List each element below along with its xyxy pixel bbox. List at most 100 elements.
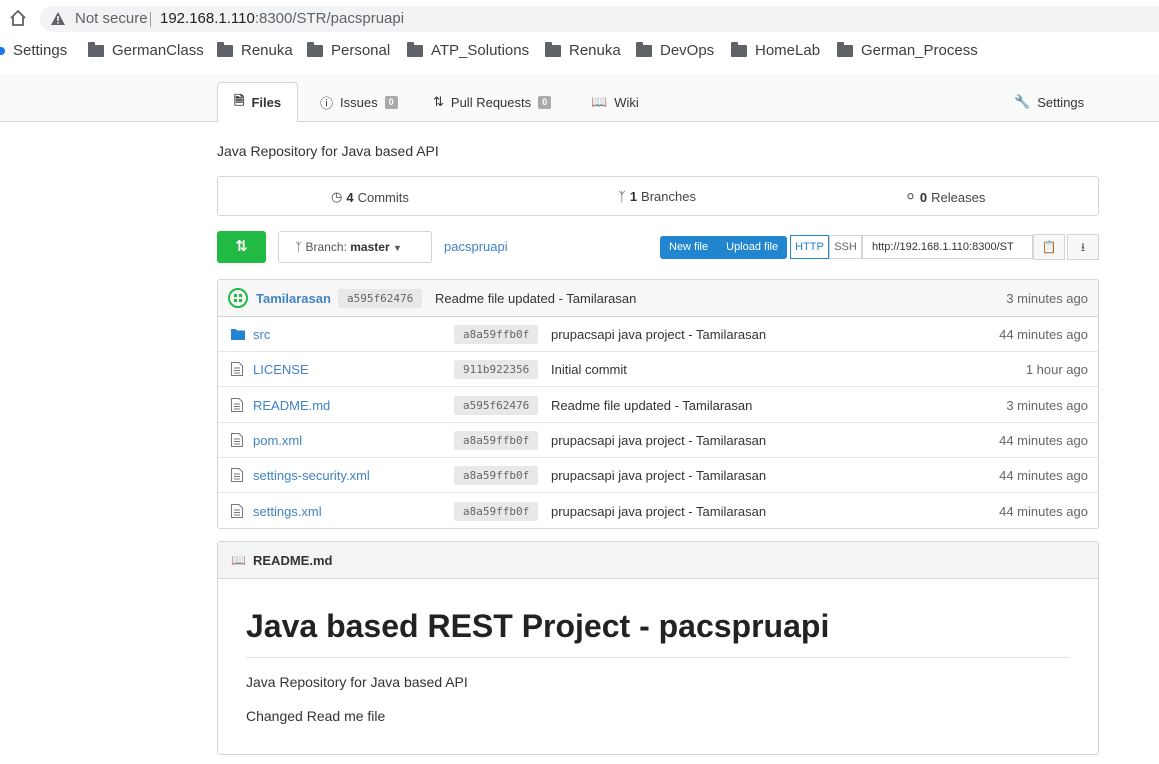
commit-message: Readme file updated - Tamilarasan: [435, 291, 637, 306]
bookmark-label: Renuka: [569, 42, 621, 59]
commit-message[interactable]: Initial commit: [551, 362, 627, 377]
commit-message[interactable]: prupacsapi java project - Tamilarasan: [551, 504, 766, 519]
commit-author[interactable]: Tamilarasan: [256, 291, 331, 306]
commit-age: 44 minutes ago: [999, 503, 1088, 519]
issue-opened-icon: ⓘ: [320, 95, 334, 111]
file-name[interactable]: LICENSE: [253, 362, 309, 377]
tab-pull-requests[interactable]: ⇅ Pull Requests 0: [417, 82, 567, 122]
commit-sha[interactable]: a8a59ffb0f: [454, 501, 539, 521]
tag-icon: ⚪: [905, 189, 916, 204]
commit-age: 44 minutes ago: [999, 327, 1088, 342]
commit-sha[interactable]: a8a59ffb0f: [454, 430, 539, 450]
tab-settings[interactable]: 🔧 Settings: [998, 82, 1100, 122]
url-host: 192.168.1.110: [160, 10, 255, 27]
commit-message[interactable]: prupacsapi java project - Tamilarasan: [551, 433, 766, 448]
caret-down-icon: ▼: [392, 243, 402, 253]
git-pull-request-icon: ⇅: [433, 94, 444, 109]
git-compare-icon: ⇅: [235, 238, 248, 255]
branch-name: master: [350, 240, 390, 254]
commit-sha[interactable]: a8a59ffb0f: [454, 325, 539, 344]
commit-age: 3 minutes ago: [1006, 397, 1088, 413]
avatar[interactable]: [228, 288, 248, 308]
compare-pull-button[interactable]: ⇅: [217, 231, 266, 263]
file-icon: [231, 503, 243, 518]
branch-prefix: Branch:: [305, 240, 347, 254]
clone-url-input[interactable]: http://192.168.1.110:8300/ST: [862, 235, 1033, 259]
branch-dropdown[interactable]: ᛉ Branch: master ▼: [278, 231, 432, 263]
bookmark-germanclass[interactable]: GermanClass: [88, 41, 204, 59]
commit-sha[interactable]: a595f62476: [338, 289, 423, 308]
table-row: pom.xml a8a59ffb0f prupacsapi java project…: [218, 423, 1098, 458]
table-row: settings.xml a8a59ffb0f prupacsapi java pr…: [218, 494, 1098, 529]
folder-icon: [636, 41, 652, 57]
bookmark-label: Renuka: [241, 42, 293, 59]
folder-icon: [88, 41, 104, 57]
bookmark-settings[interactable]: Settings: [0, 42, 67, 59]
book-icon: 📖: [231, 553, 246, 567]
branches-count: 1: [629, 189, 638, 204]
divider: [246, 657, 1070, 658]
bookmark-personal[interactable]: Personal: [307, 41, 390, 59]
commit-sha[interactable]: a595f62476: [454, 395, 539, 415]
file-name[interactable]: src: [253, 327, 270, 342]
commit-message[interactable]: Readme file updated - Tamilarasan: [551, 398, 752, 413]
repo-stats: ◷ 4 Commits ᛉ 1 Branches ⚪ 0 Releases: [217, 176, 1099, 216]
url-divider: [150, 12, 151, 27]
bookmark-devops[interactable]: DevOps: [636, 41, 714, 59]
download-icon: ⭳: [1080, 240, 1086, 254]
security-label[interactable]: Not secure: [75, 6, 148, 32]
file-name[interactable]: settings-security.xml: [253, 468, 370, 483]
new-file-button[interactable]: New file: [660, 236, 717, 259]
url-box[interactable]: Not secure 192.168.1.110:8300/STR/pacspr…: [40, 6, 1159, 32]
bookmark-label: German_Process: [861, 42, 978, 59]
commit-message[interactable]: prupacsapi java project - Tamilarasan: [551, 468, 766, 483]
commit-sha[interactable]: 911b922356: [454, 360, 539, 380]
folder-icon: [837, 41, 853, 57]
readme-heading: Java based REST Project - pacspruapi: [246, 608, 830, 644]
releases-stat[interactable]: ⚪ 0 Releases: [905, 189, 985, 205]
folder-icon: [307, 41, 323, 57]
bookmark-homelab[interactable]: HomeLab: [731, 41, 821, 59]
home-icon[interactable]: [8, 8, 28, 28]
bookmark-atp-solutions[interactable]: ATP_Solutions: [407, 41, 529, 59]
repo-description: Java Repository for Java based API: [217, 143, 439, 159]
latest-commit-row: Tamilarasan a595f62476 Readme file updat…: [218, 280, 1098, 317]
bookmark-label: GermanClass: [112, 42, 204, 59]
copy-url-button[interactable]: 📋: [1033, 234, 1065, 260]
file-icon: [231, 362, 243, 377]
folder-icon: [407, 41, 423, 57]
url-text[interactable]: 192.168.1.110:8300/STR/pacspruapi: [160, 6, 404, 32]
table-row: README.md a595f62476 Readme file updated -…: [218, 388, 1098, 423]
file-name[interactable]: README.md: [253, 398, 330, 413]
table-row: LICENSE 911b922356 Initial commit 1 hour ag…: [218, 352, 1098, 388]
bookmark-renuka-2[interactable]: Renuka: [545, 41, 621, 59]
http-button[interactable]: HTTP: [790, 235, 829, 259]
commit-message[interactable]: prupacsapi java project - Tamilarasan: [551, 327, 766, 342]
repo-breadcrumb[interactable]: pacspruapi: [444, 239, 508, 254]
tab-files[interactable]: 🗎 Files: [217, 82, 299, 123]
file-text-icon: 🗎: [234, 92, 245, 108]
file-name[interactable]: settings.xml: [253, 504, 322, 519]
bookmark-renuka[interactable]: Renuka: [217, 41, 293, 59]
file-name[interactable]: pom.xml: [253, 433, 302, 448]
download-button[interactable]: ⭳: [1067, 234, 1099, 260]
folder-icon: [731, 41, 747, 57]
commits-count: 4: [346, 189, 354, 205]
tab-issues[interactable]: ⓘ Issues 0: [304, 82, 414, 122]
bookmark-label: Settings: [13, 42, 68, 59]
table-row: src a8a59ffb0f prupacsapi java project - T…: [218, 317, 1098, 352]
bookmark-label: HomeLab: [755, 42, 821, 59]
folder-icon: [545, 41, 561, 57]
commit-sha[interactable]: a8a59ffb0f: [454, 466, 539, 486]
readme-paragraph: Changed Read me file: [246, 708, 386, 724]
warning-icon[interactable]: [51, 12, 65, 25]
releases-label: Releases: [931, 189, 986, 205]
bookmark-german-process[interactable]: German_Process: [837, 41, 978, 59]
commits-stat[interactable]: ◷ 4 Commits: [331, 189, 409, 205]
folder-icon: [231, 329, 245, 340]
branches-stat[interactable]: ᛉ 1 Branches: [618, 189, 696, 204]
ssh-button[interactable]: SSH: [829, 235, 862, 259]
upload-file-button[interactable]: Upload file: [717, 236, 787, 259]
tab-wiki[interactable]: 📖 Wiki: [575, 82, 655, 122]
tab-label: Settings: [1037, 94, 1085, 110]
